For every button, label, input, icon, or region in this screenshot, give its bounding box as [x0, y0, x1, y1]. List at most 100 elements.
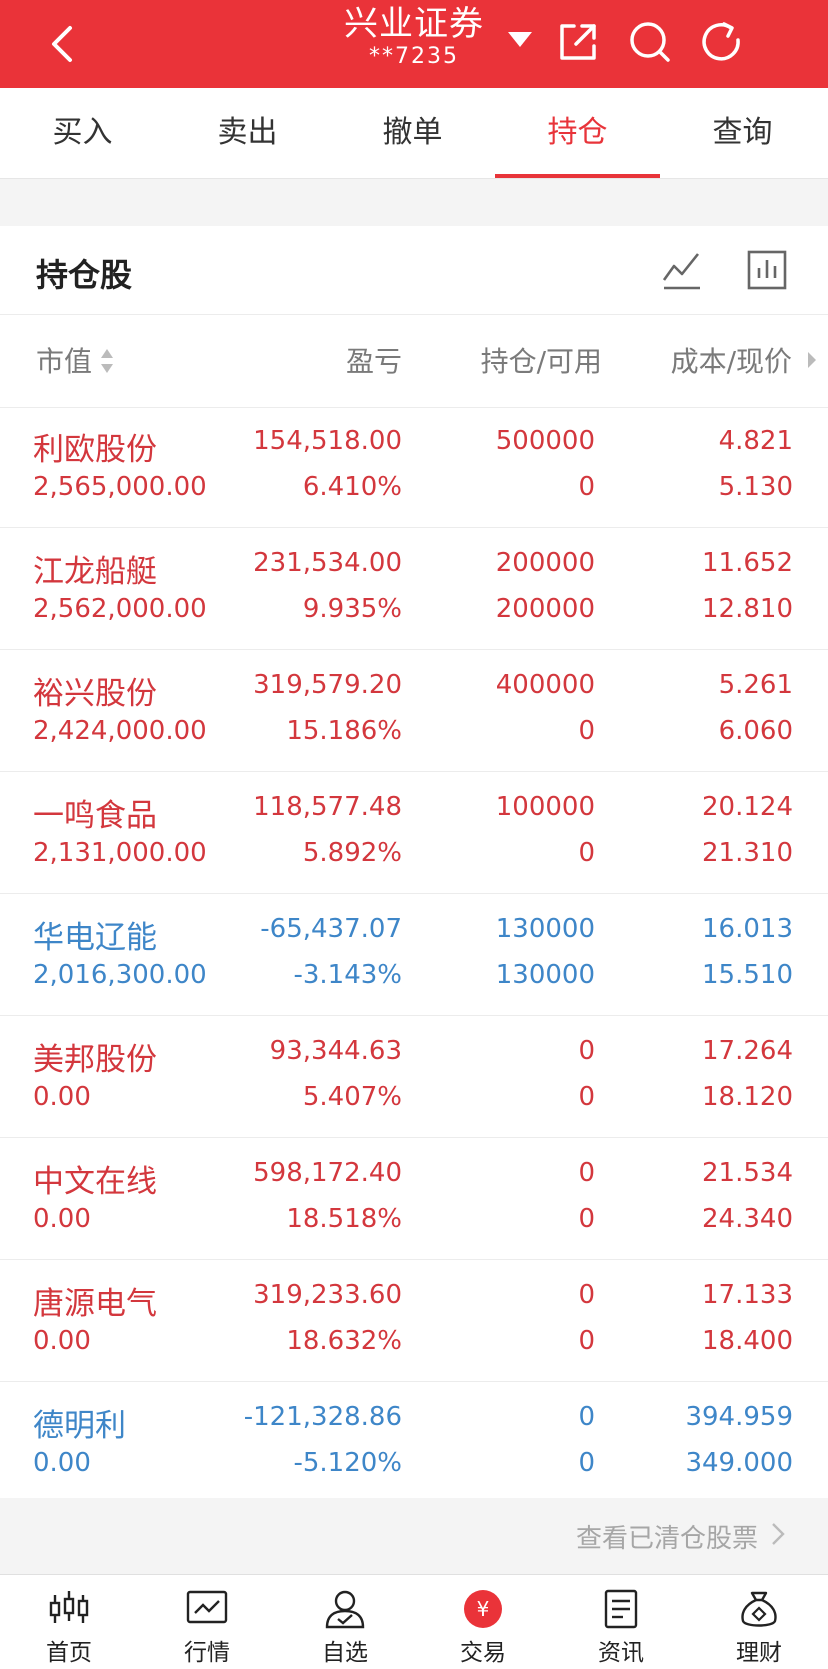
market-value: 0.00	[33, 1326, 91, 1356]
market-value: 2,016,300.00	[33, 960, 207, 990]
col-market-value[interactable]: 市值	[36, 340, 92, 380]
col-profit-loss: 盈亏	[345, 345, 402, 378]
sort-icon[interactable]	[100, 347, 114, 375]
current-price: 15.510	[702, 960, 793, 990]
profit-loss-percent: 9.935%	[302, 594, 402, 624]
nav-market[interactable]: 行情	[138, 1575, 276, 1669]
current-price: 12.810	[702, 594, 793, 624]
current-price: 349.000	[685, 1448, 793, 1478]
nav-wealth-label: 理财	[736, 1640, 782, 1666]
bar-chart-icon[interactable]	[745, 248, 789, 292]
available-qty: 0	[578, 472, 595, 502]
tab-cancel[interactable]: 撤单	[330, 88, 495, 178]
stock-name: 华电辽能	[33, 920, 157, 956]
tab-buy[interactable]: 买入	[0, 88, 165, 178]
cost-price: 17.133	[702, 1280, 793, 1310]
available-qty: 0	[578, 838, 595, 868]
cleared-stocks-link[interactable]: 查看已清仓股票	[0, 1498, 828, 1570]
position-qty: 130000	[495, 914, 595, 944]
current-price: 18.120	[702, 1082, 793, 1112]
holdings-list: 利欧股份 2,565,000.00 154,518.00 6.410% 500000 0 4…	[0, 406, 828, 1504]
position-qty: 500000	[495, 426, 595, 456]
cost-price: 21.534	[702, 1158, 793, 1188]
holding-row[interactable]: 裕兴股份 2,424,000.00 319,579.20 15.186% 400000 0…	[0, 650, 828, 772]
holding-row[interactable]: 江龙船艇 2,562,000.00 231,534.00 9.935% 200000 20…	[0, 528, 828, 650]
holding-row[interactable]: 美邦股份 0.00 93,344.63 5.407% 0 0 17.264 18.120	[0, 1016, 828, 1138]
market-value: 0.00	[33, 1448, 91, 1478]
dropdown-icon[interactable]	[505, 28, 535, 50]
broker-title: 兴业证券	[344, 4, 484, 44]
stock-name: 中文在线	[33, 1164, 157, 1200]
market-value: 0.00	[33, 1204, 91, 1234]
profit-loss: -65,437.07	[260, 914, 402, 944]
market-value: 2,562,000.00	[33, 594, 207, 624]
chevron-right-icon	[772, 1523, 785, 1545]
nav-watchlist-label: 自选	[322, 1640, 368, 1666]
position-qty: 0	[578, 1036, 595, 1066]
nav-wealth[interactable]: 理财	[690, 1575, 828, 1669]
tab-sell[interactable]: 卖出	[165, 88, 330, 178]
profit-loss: 93,344.63	[269, 1036, 402, 1066]
position-qty: 0	[578, 1280, 595, 1310]
cleared-stocks-label: 查看已清仓股票	[575, 1524, 758, 1554]
holding-row[interactable]: 一鸣食品 2,131,000.00 118,577.48 5.892% 100000 0 2…	[0, 772, 828, 894]
current-price: 21.310	[702, 838, 793, 868]
holding-row[interactable]: 中文在线 0.00 598,172.40 18.518% 0 0 21.534 24.340	[0, 1138, 828, 1260]
search-icon[interactable]	[624, 16, 676, 68]
col-cost-price: 成本/现价	[670, 345, 792, 378]
top-bar: 兴业证券 **7235	[0, 0, 828, 88]
refresh-icon[interactable]	[696, 16, 748, 68]
stock-name: 唐源电气	[33, 1286, 157, 1322]
current-price: 6.060	[718, 716, 793, 746]
cost-price: 394.959	[685, 1402, 793, 1432]
line-chart-icon[interactable]	[660, 248, 704, 292]
candlestick-icon	[49, 1591, 89, 1623]
col-position: 持仓/可用	[480, 345, 602, 378]
profit-loss-percent: 5.892%	[302, 838, 402, 868]
nav-trade[interactable]: ¥ 交易	[414, 1575, 552, 1669]
stock-name: 利欧股份	[33, 432, 157, 468]
cost-price: 17.264	[702, 1036, 793, 1066]
scroll-right-icon[interactable]	[806, 349, 818, 371]
nav-home-label: 首页	[46, 1640, 92, 1666]
profit-loss: 598,172.40	[253, 1158, 402, 1188]
profit-loss-percent: 18.518%	[286, 1204, 402, 1234]
holding-row[interactable]: 德明利 0.00 -121,328.86 -5.120% 0 0 394.959 349.00…	[0, 1382, 828, 1504]
tab-holdings[interactable]: 持仓	[495, 88, 660, 178]
available-qty: 0	[578, 716, 595, 746]
nav-news[interactable]: 资讯	[552, 1575, 690, 1669]
tab-query[interactable]: 查询	[660, 88, 825, 178]
nav-watchlist[interactable]: 自选	[276, 1575, 414, 1669]
profit-loss: 154,518.00	[253, 426, 402, 456]
account-selector[interactable]: 兴业证券 **7235	[300, 0, 528, 88]
holding-row[interactable]: 唐源电气 0.00 319,233.60 18.632% 0 0 17.133 18.400	[0, 1260, 828, 1382]
bottom-nav: 首页 行情 自选 ¥ 交易 资讯 理财	[0, 1574, 828, 1669]
available-qty: 130000	[495, 960, 595, 990]
nav-market-label: 行情	[184, 1640, 230, 1666]
nav-home[interactable]: 首页	[0, 1575, 138, 1669]
document-icon	[604, 1589, 638, 1629]
svg-text:¥: ¥	[477, 1597, 490, 1621]
market-value: 2,424,000.00	[33, 716, 207, 746]
holding-row[interactable]: 华电辽能 2,016,300.00 -65,437.07 -3.143% 130000 1…	[0, 894, 828, 1016]
current-price: 18.400	[702, 1326, 793, 1356]
position-qty: 100000	[495, 792, 595, 822]
profit-loss: 118,577.48	[253, 792, 402, 822]
profit-loss: -121,328.86	[243, 1402, 402, 1432]
stock-name: 江龙船艇	[33, 554, 157, 590]
available-qty: 0	[578, 1204, 595, 1234]
profit-loss-percent: 18.632%	[286, 1326, 402, 1356]
current-price: 24.340	[702, 1204, 793, 1234]
nav-news-label: 资讯	[598, 1640, 644, 1666]
market-value: 0.00	[33, 1082, 91, 1112]
market-value: 2,565,000.00	[33, 472, 207, 502]
profit-loss-percent: 5.407%	[302, 1082, 402, 1112]
holding-row[interactable]: 利欧股份 2,565,000.00 154,518.00 6.410% 500000 0 4…	[0, 406, 828, 528]
section-title: 持仓股	[36, 256, 133, 294]
cost-price: 16.013	[702, 914, 793, 944]
available-qty: 0	[578, 1082, 595, 1112]
profit-loss: 319,579.20	[253, 670, 402, 700]
back-icon[interactable]	[40, 20, 88, 68]
share-icon[interactable]	[552, 16, 604, 68]
current-price: 5.130	[718, 472, 793, 502]
